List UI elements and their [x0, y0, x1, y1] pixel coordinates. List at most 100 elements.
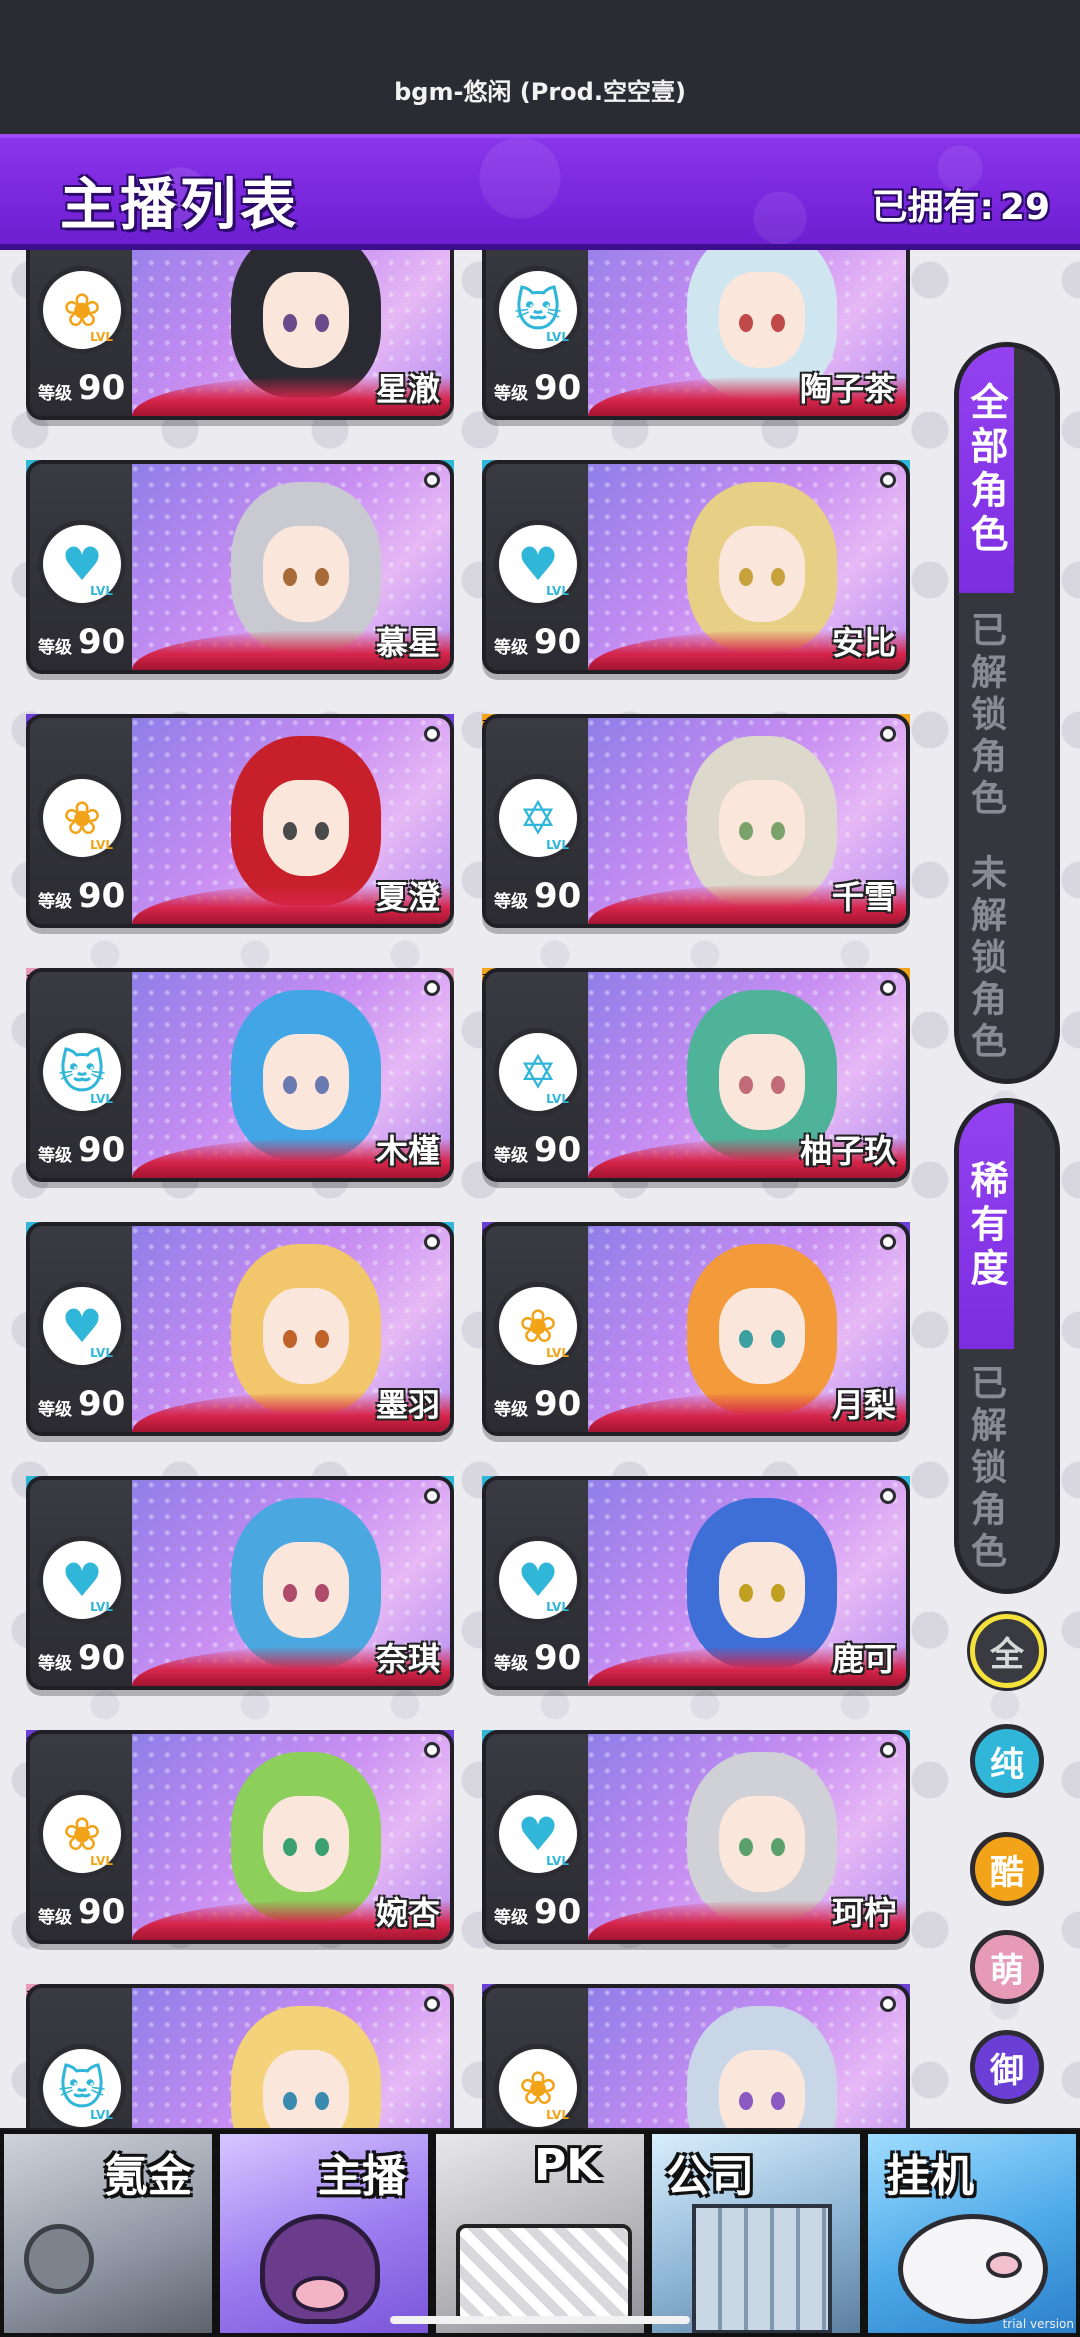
character-eye	[771, 314, 785, 332]
owned-count: 已拥有: 29	[865, 178, 1050, 230]
level-value: 90	[78, 622, 126, 662]
streamer-card[interactable]: ✡LVL等级90千雪酷	[482, 714, 910, 928]
heart-pulse-icon: ♥ LVL	[494, 1790, 582, 1878]
streamer-name: 珂柠	[831, 1894, 896, 1932]
filter-rarity[interactable]: 稀有度	[959, 1103, 1014, 1349]
card-level: 等级 90	[494, 876, 581, 916]
bgm-label: bgm-悠闲 (Prod.空空壹)	[394, 78, 686, 106]
level-label: 等级	[38, 1400, 72, 1420]
type-meng-button[interactable]: 萌	[970, 1930, 1044, 2004]
streamer-card[interactable]: 🐱LVL萌	[26, 1984, 454, 2130]
level-value: 90	[534, 1892, 582, 1932]
character-eye	[283, 1584, 297, 1602]
type-chun-button[interactable]: 纯	[970, 1724, 1044, 1798]
building-icon	[692, 2204, 832, 2333]
level-label: 等级	[38, 384, 72, 404]
streamer-card[interactable]: ♥LVL等级90鹿可纯	[482, 1476, 910, 1690]
card-level: 等级 90	[38, 1384, 125, 1424]
filter-all-characters[interactable]: 全部角色	[959, 347, 1014, 593]
type-all-button[interactable]: 全	[970, 1614, 1044, 1688]
character-face	[719, 1288, 805, 1384]
emblem-tag: LVL	[90, 838, 113, 852]
character-eye	[315, 822, 329, 840]
streamer-card[interactable]: 🐱LVL等级90木槿萌	[26, 968, 454, 1182]
level-value: 90	[78, 1892, 126, 1932]
card-frame: ♥ LVL 等级 90 珂柠	[482, 1730, 910, 1944]
level-label: 等级	[494, 1146, 528, 1166]
streamer-card[interactable]: 🐱 LVL 等级 90 陶子茶	[482, 250, 910, 420]
streamer-card[interactable]: ✡LVL等级90柚子玖酷	[482, 968, 910, 1182]
filter-rarity-unlocked[interactable]: 已解锁角色	[959, 1349, 1011, 1589]
card-frame: ❀ LVL	[482, 1984, 910, 2130]
page-header: 主播列表 已拥有: 29	[0, 134, 1080, 250]
streamer-card[interactable]: ♥LVL等级90奈琪纯	[26, 1476, 454, 1690]
level-value: 90	[534, 876, 582, 916]
character-eye	[739, 1330, 753, 1348]
level-label: 等级	[38, 1908, 72, 1928]
streamer-name: 星澈	[375, 370, 440, 408]
streamer-card[interactable]: ♥LVL等级90墨羽纯	[26, 1222, 454, 1436]
emblem-tag: LVL	[546, 838, 569, 852]
pig-snout-icon	[292, 2276, 348, 2312]
filter-locked-characters[interactable]: 未解锁角色	[959, 839, 1011, 1079]
nav-pk[interactable]: PK	[432, 2130, 648, 2337]
cat-icon: 🐱 LVL	[38, 1028, 126, 1116]
card-status-dot	[880, 472, 896, 488]
streamer-card[interactable]: ♥LVL等级90慕星纯	[26, 460, 454, 674]
emblem-tag: LVL	[546, 330, 569, 344]
heart-pulse-icon: ♥ LVL	[38, 1282, 126, 1370]
level-value: 90	[78, 1130, 126, 1170]
type-ku-button[interactable]: 酷	[970, 1832, 1044, 1906]
character-eye	[739, 1838, 753, 1856]
nav-idle[interactable]: 挂机	[864, 2130, 1080, 2337]
card-level: 等级 90	[38, 1638, 125, 1678]
streamer-card[interactable]: ❀LVL御	[482, 1984, 910, 2130]
rose-icon: ❀ LVL	[38, 1790, 126, 1878]
card-status-dot	[424, 726, 440, 742]
character-hair	[231, 250, 381, 398]
level-label: 等级	[38, 892, 72, 912]
character-face	[719, 1542, 805, 1638]
card-level: 等级 90	[38, 1130, 125, 1170]
card-frame: ❀ LVL 等级 90 婉杏	[26, 1730, 454, 1944]
type-yu-button[interactable]: 御	[970, 2030, 1044, 2104]
character-eye	[283, 314, 297, 332]
level-label: 等级	[494, 384, 528, 404]
character-face	[719, 780, 805, 876]
character-eye	[283, 1330, 297, 1348]
streamer-card[interactable]: ❀LVL等级90夏澄御	[26, 714, 454, 928]
piggy-bank-icon	[898, 2214, 1048, 2324]
nav-krypton-label: 氪金	[104, 2151, 192, 2202]
home-indicator[interactable]	[390, 2316, 690, 2324]
emblem-tag: LVL	[546, 1600, 569, 1614]
card-frame: ❀ LVL 等级 90 星澈	[26, 250, 454, 420]
streamer-card[interactable]: ❀LVL等级90月梨御	[482, 1222, 910, 1436]
streamer-card[interactable]: ❀LVL等级90婉杏御	[26, 1730, 454, 1944]
nav-company[interactable]: 公司	[648, 2130, 864, 2337]
character-hair	[687, 1244, 837, 1414]
emblem-tag: LVL	[546, 1854, 569, 1868]
character-eye	[315, 1330, 329, 1348]
heart-pulse-icon: ♥ LVL	[494, 520, 582, 608]
nav-krypton[interactable]: 氪金	[0, 2130, 216, 2337]
filter-unlocked-characters[interactable]: 已解锁角色	[959, 593, 1011, 839]
heart-pulse-icon: ♥ LVL	[38, 520, 126, 608]
streamer-name: 鹿可	[831, 1640, 896, 1678]
streamer-name: 婉杏	[375, 1894, 440, 1932]
character-eye	[739, 314, 753, 332]
card-status-dot	[424, 1488, 440, 1504]
character-face	[263, 1542, 349, 1638]
streamer-card[interactable]: ♥LVL等级90珂柠纯	[482, 1730, 910, 1944]
star-icon: ✡ LVL	[494, 774, 582, 862]
character-hair	[687, 482, 837, 652]
streamer-grid[interactable]: ❀LVL等级90星澈🐱LVL等级90陶子茶♥LVL等级90慕星纯♥LVL等级90…	[0, 250, 940, 2130]
streamer-card[interactable]: ♥LVL等级90安比纯	[482, 460, 910, 674]
character-eye	[315, 1584, 329, 1602]
streamer-name: 慕星	[375, 624, 440, 662]
level-label: 等级	[494, 1400, 528, 1420]
character-eye	[739, 1584, 753, 1602]
nav-streamer[interactable]: 主播	[216, 2130, 432, 2337]
nav-company-label: 公司	[666, 2151, 754, 2202]
character-face	[719, 272, 805, 368]
streamer-card[interactable]: ❀ LVL 等级 90 星澈	[26, 250, 454, 420]
